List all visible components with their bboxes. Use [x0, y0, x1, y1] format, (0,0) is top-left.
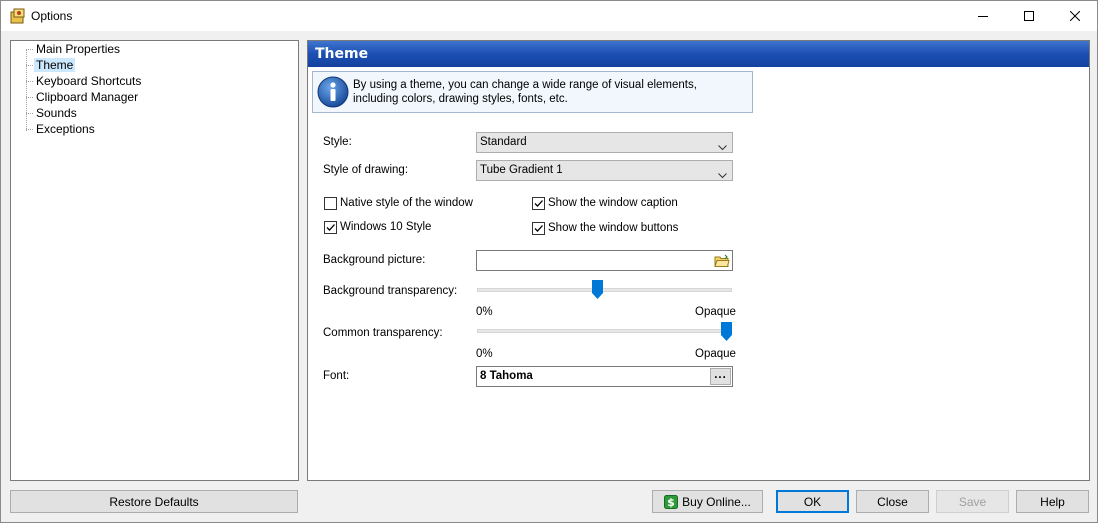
money-icon: $	[664, 494, 679, 509]
style-label: Style:	[323, 136, 352, 148]
tree-item-label: Exceptions	[36, 122, 95, 136]
theme-panel: Theme By using a theme, you can change a…	[307, 40, 1090, 481]
checkmark-icon	[534, 224, 543, 232]
drawing-style-select-value: Tube Gradient 1	[480, 164, 563, 176]
tree-item-sounds[interactable]: Sounds	[26, 105, 79, 121]
tree-item-theme[interactable]: Theme	[26, 57, 76, 73]
tree-branch-line	[26, 112, 33, 114]
minimize-icon	[978, 16, 988, 17]
font-label: Font:	[323, 370, 350, 382]
drawing-style-select[interactable]: Tube Gradient 1	[476, 160, 733, 181]
button-label: Restore Defaults	[109, 494, 199, 509]
buy-online-button[interactable]: $ Buy Online...	[652, 490, 763, 513]
common-transparency-thumb[interactable]	[721, 322, 732, 341]
close-button[interactable]	[1052, 1, 1098, 31]
style-select-value: Standard	[480, 136, 527, 148]
tree-item-label: Main Properties	[36, 42, 121, 56]
windows10-style-checkbox[interactable]: Windows 10 Style	[324, 219, 431, 235]
checkbox-box	[324, 196, 337, 210]
checkbox-label: Windows 10 Style	[340, 221, 432, 233]
background-picture-field[interactable]	[476, 250, 733, 271]
ok-button[interactable]: OK	[776, 490, 849, 513]
button-label: Close	[877, 494, 908, 509]
checkbox-label: Show the window buttons	[548, 222, 679, 234]
browse-folder-button[interactable]	[712, 252, 731, 269]
show-buttons-checkbox[interactable]: Show the window buttons	[532, 220, 678, 236]
chevron-down-icon	[718, 139, 727, 158]
tree-item-label: Theme	[34, 58, 76, 72]
slider-min-label: 0%	[476, 348, 493, 360]
tree-item-label: Clipboard Manager	[36, 90, 139, 104]
restore-defaults-button[interactable]: Restore Defaults	[10, 490, 298, 513]
chevron-down-icon	[718, 167, 727, 186]
checkbox-label: Show the window caption	[548, 197, 678, 209]
minimize-button[interactable]	[960, 1, 1006, 31]
checkmark-icon	[326, 223, 335, 231]
info-icon	[317, 76, 349, 108]
panel-title: Theme	[308, 41, 1089, 67]
slider-min-label: 0%	[476, 306, 493, 318]
tree-item-label: Sounds	[36, 106, 77, 120]
tree-branch-line	[26, 128, 33, 130]
font-value: 8 Tahoma	[480, 370, 533, 382]
tree-branch-line	[26, 64, 33, 66]
font-field[interactable]: 8 Tahoma ...	[476, 366, 733, 387]
info-text: By using a theme, you can change a wide …	[353, 79, 697, 105]
window-title: Options	[31, 9, 73, 23]
common-transparency-label: Common transparency:	[323, 327, 443, 339]
font-picker-button[interactable]: ...	[710, 368, 731, 385]
checkmark-icon	[534, 199, 543, 207]
button-label: Save	[958, 494, 987, 509]
close-dialog-button[interactable]: Close	[856, 490, 929, 513]
info-box: By using a theme, you can change a wide …	[312, 71, 753, 113]
category-tree[interactable]: Main Properties Theme Keyboard Shortcuts…	[10, 40, 299, 481]
background-transparency-track[interactable]	[477, 288, 732, 292]
background-picture-label: Background picture:	[323, 254, 426, 266]
background-transparency-thumb[interactable]	[591, 280, 603, 299]
native-style-checkbox[interactable]: Native style of the window	[324, 195, 473, 211]
maximize-button[interactable]	[1006, 1, 1052, 31]
folder-icon	[713, 254, 730, 267]
tree-branch-line	[26, 80, 33, 82]
tree-item-clipboard-manager[interactable]: Clipboard Manager	[26, 89, 140, 105]
help-button[interactable]: Help	[1016, 490, 1089, 513]
button-label: Buy Online...	[682, 494, 751, 509]
checkbox-box	[532, 221, 545, 235]
show-caption-checkbox[interactable]: Show the window caption	[532, 195, 678, 211]
tree-item-exceptions[interactable]: Exceptions	[26, 121, 97, 137]
tree-branch-line	[26, 96, 33, 98]
tree-item-label: Keyboard Shortcuts	[36, 74, 142, 88]
svg-text:$: $	[667, 496, 675, 509]
tree-item-keyboard-shortcuts[interactable]: Keyboard Shortcuts	[26, 73, 143, 89]
close-icon	[1070, 11, 1080, 21]
slider-max-label: Opaque	[695, 348, 736, 360]
tree-item-main-properties[interactable]: Main Properties	[26, 41, 122, 57]
style-select[interactable]: Standard	[476, 132, 733, 153]
button-label: OK	[803, 494, 822, 509]
title-bar[interactable]: Options	[1, 1, 1097, 31]
background-transparency-label: Background transparency:	[323, 285, 458, 297]
button-label: Help	[1040, 494, 1065, 509]
slider-max-label: Opaque	[695, 306, 736, 318]
options-window: Options Main Properties Theme Keyboard S…	[0, 0, 1098, 523]
tree-branch-line	[26, 48, 33, 50]
maximize-icon	[1024, 11, 1034, 21]
checkbox-label: Native style of the window	[340, 197, 473, 209]
checkbox-box	[324, 220, 337, 234]
drawing-style-label: Style of drawing:	[323, 164, 409, 176]
common-transparency-track[interactable]	[477, 329, 732, 333]
app-icon	[10, 8, 26, 24]
checkbox-box	[532, 196, 545, 210]
save-button[interactable]: Save	[936, 490, 1009, 513]
